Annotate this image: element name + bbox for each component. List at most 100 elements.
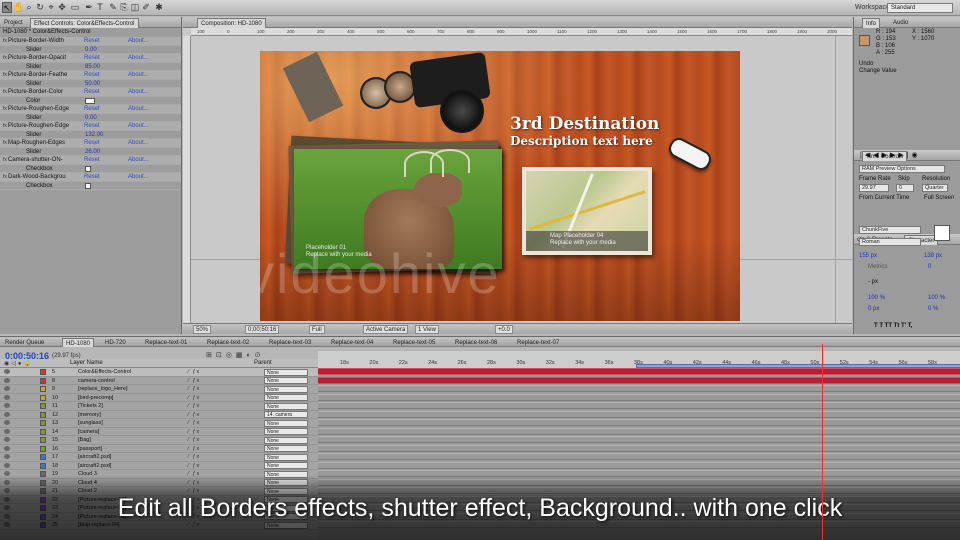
- layer-switches-icon[interactable]: ⁄ ƒx: [188, 411, 200, 419]
- layer-switches-icon[interactable]: ⁄ ƒx: [188, 428, 200, 436]
- layer-duration-bar[interactable]: [318, 444, 960, 452]
- parent-dropdown[interactable]: None: [264, 394, 308, 401]
- parent-dropdown[interactable]: 14. camera: [264, 411, 308, 418]
- layer-switches-icon[interactable]: ⁄ ƒx: [188, 385, 200, 393]
- about-link[interactable]: About...: [128, 88, 149, 97]
- layer-label-color[interactable]: [40, 462, 46, 469]
- tab-composition[interactable]: Composition: HD-1080: [197, 18, 266, 28]
- layer-switches-icon[interactable]: ⁄ ƒx: [188, 436, 200, 444]
- hand-tool-icon[interactable]: ✋: [13, 2, 24, 13]
- param-value[interactable]: 132.00: [85, 131, 103, 140]
- workspace-dropdown[interactable]: Standard: [887, 3, 953, 13]
- about-link[interactable]: About...: [128, 54, 149, 63]
- layer-switches-icon[interactable]: ⁄ ƒx: [188, 453, 200, 461]
- composition-viewer[interactable]: 100 0 100 200 300 400 500 600 700 800 900 1000 1100 1…: [183, 28, 852, 323]
- visibility-eye-icon[interactable]: [4, 411, 10, 417]
- checkbox[interactable]: [85, 166, 91, 172]
- tab-effect-controls[interactable]: Effect Controls: Color&Effects-Control: [30, 18, 139, 28]
- from-current-time-checkbox[interactable]: From Current Time: [859, 195, 909, 201]
- param-value[interactable]: 0.00: [85, 114, 97, 123]
- visibility-eye-icon[interactable]: [4, 386, 10, 391]
- reset-link[interactable]: Reset: [84, 173, 100, 182]
- reset-link[interactable]: Reset: [84, 88, 100, 97]
- rotate-tool-icon[interactable]: ↻: [35, 2, 45, 13]
- layer-name[interactable]: Color&Effects-Control: [78, 368, 131, 376]
- layer-name[interactable]: [Tickets 2]: [78, 402, 103, 410]
- layer-label-color[interactable]: [40, 377, 46, 384]
- layer-row[interactable]: 8 camera-control ⁄ ƒx None: [0, 377, 318, 385]
- selection-tool-icon[interactable]: ↖: [2, 2, 12, 13]
- parent-dropdown[interactable]: None: [264, 419, 308, 427]
- layer-duration-bar[interactable]: [318, 427, 960, 435]
- visibility-eye-icon[interactable]: [4, 420, 10, 425]
- about-link[interactable]: About...: [128, 37, 149, 46]
- about-link[interactable]: About...: [128, 156, 149, 165]
- visibility-eye-icon[interactable]: [4, 394, 10, 400]
- parent-dropdown[interactable]: None: [264, 436, 308, 444]
- about-link[interactable]: About...: [128, 139, 149, 148]
- layer-switches-icon[interactable]: ⁄ ƒx: [188, 419, 200, 427]
- layer-name[interactable]: [replace_logo_Here]: [78, 385, 128, 393]
- camera-view-dropdown[interactable]: Active Camera: [363, 325, 409, 334]
- guide-line[interactable]: [835, 36, 836, 323]
- param-value[interactable]: 0.00: [85, 46, 97, 55]
- visibility-eye-icon[interactable]: [4, 437, 10, 442]
- vertical-scale-field[interactable]: 100 %: [868, 295, 885, 301]
- timeline-switch-icons[interactable]: ⊞⊡◎▦◐⊙: [206, 351, 265, 359]
- fx-icon[interactable]: fx: [3, 122, 7, 131]
- visibility-eye-icon[interactable]: [4, 445, 10, 451]
- layer-switches-icon[interactable]: ⁄ ƒx: [188, 368, 200, 376]
- layer-switches-icon[interactable]: ⁄ ƒx: [188, 462, 200, 470]
- layer-switches-icon[interactable]: ⁄ ƒx: [188, 402, 200, 410]
- layer-label-color[interactable]: [40, 403, 46, 409]
- visibility-eye-icon[interactable]: [4, 403, 10, 408]
- layer-row[interactable]: 13 [sunglass] ⁄ ƒx None: [0, 419, 318, 428]
- layer-label-color[interactable]: [40, 437, 46, 443]
- layer-label-color[interactable]: [40, 445, 46, 452]
- param-value[interactable]: 26.00: [85, 148, 100, 157]
- parent-dropdown[interactable]: None: [264, 385, 308, 393]
- layer-row[interactable]: 14 [camera] ⁄ ƒx None: [0, 428, 318, 436]
- frame-rate-dropdown[interactable]: 29.97: [859, 184, 889, 192]
- layer-row[interactable]: 15 [Bag] ⁄ ƒx None: [0, 436, 318, 445]
- reset-link[interactable]: Reset: [84, 139, 100, 148]
- fx-icon[interactable]: fx: [3, 37, 7, 46]
- fx-icon[interactable]: fx: [3, 139, 7, 148]
- tab-info[interactable]: Info: [862, 18, 881, 28]
- fx-icon[interactable]: fx: [3, 156, 7, 165]
- layer-name[interactable]: [passport]: [78, 445, 102, 453]
- layer-duration-bar[interactable]: [318, 402, 960, 409]
- layer-label-color[interactable]: [40, 386, 46, 392]
- layer-duration-bar[interactable]: [318, 436, 960, 443]
- layer-row[interactable]: 5 Color&Effects-Control ⁄ ƒx None: [0, 368, 318, 377]
- view-layout-dropdown[interactable]: 1 View: [415, 325, 439, 334]
- fx-icon[interactable]: fx: [3, 71, 7, 80]
- layer-duration-bar[interactable]: [318, 385, 960, 392]
- horizontal-scale-field[interactable]: 100 %: [928, 295, 945, 301]
- parent-dropdown[interactable]: None: [264, 428, 308, 435]
- wood-background[interactable]: 3rd Destination Description text here Pl…: [260, 51, 740, 321]
- reset-link[interactable]: Reset: [84, 54, 100, 63]
- layer-name[interactable]: [aircraft2.psd]: [78, 462, 111, 470]
- exposure-field[interactable]: +0.0: [495, 325, 513, 334]
- stroke-width-field[interactable]: - px: [868, 279, 878, 285]
- layer-row[interactable]: 12 [memory] ⁄ ƒx 14. camera: [0, 411, 318, 419]
- tab-project[interactable]: Project: [1, 18, 26, 28]
- font-size-field[interactable]: 155 px: [859, 253, 877, 259]
- layer-duration-bar[interactable]: [318, 393, 960, 401]
- layer-name[interactable]: [camera]: [78, 428, 99, 436]
- layer-row[interactable]: 9 [replace_logo_Here] ⁄ ƒx None: [0, 385, 318, 394]
- visibility-eye-icon[interactable]: [4, 377, 10, 383]
- about-link[interactable]: About...: [128, 173, 149, 182]
- visibility-eye-icon[interactable]: [4, 462, 10, 468]
- text-style-buttons[interactable]: T T TT Tt T' T,: [874, 323, 912, 329]
- kerning-field[interactable]: Metrics: [868, 264, 887, 270]
- parent-dropdown[interactable]: None: [264, 445, 308, 452]
- layer-duration-bar[interactable]: [318, 419, 960, 426]
- parent-column[interactable]: Parent: [254, 360, 272, 366]
- destination-title[interactable]: 3rd Destination: [510, 114, 659, 134]
- font-style-dropdown[interactable]: Roman: [859, 238, 921, 246]
- layer-label-color[interactable]: [40, 428, 46, 435]
- rectangle-tool-icon[interactable]: ▭: [70, 2, 80, 13]
- layer-name-column[interactable]: Layer Name: [70, 360, 103, 366]
